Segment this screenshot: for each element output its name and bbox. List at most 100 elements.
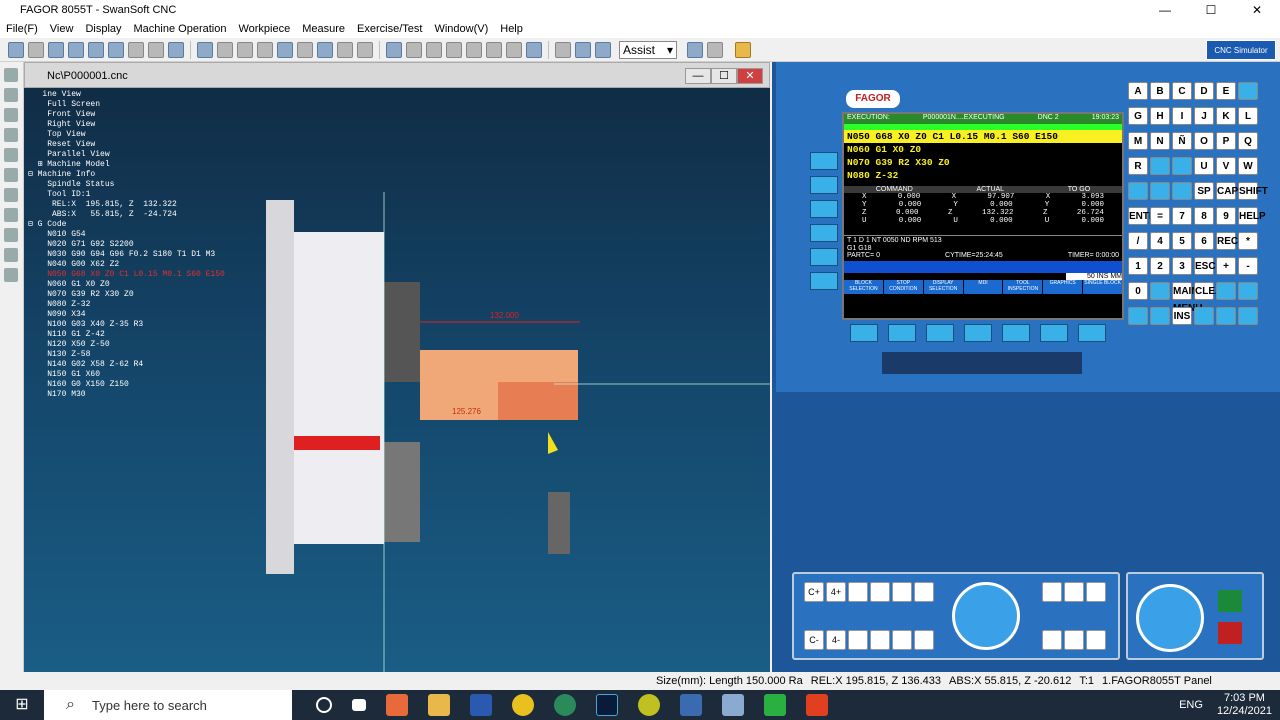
trans-view-icon[interactable] bbox=[426, 41, 442, 58]
key-blank[interactable] bbox=[1238, 307, 1258, 325]
minimize-button[interactable]: — bbox=[1142, 0, 1188, 20]
tree-item[interactable]: N070 G39 R2 X30 Z0 bbox=[28, 290, 225, 300]
move-icon[interactable] bbox=[555, 41, 571, 58]
folder-icon[interactable] bbox=[735, 41, 751, 58]
tool-icon-2[interactable] bbox=[4, 88, 18, 102]
jog-key[interactable] bbox=[870, 582, 890, 602]
tool-icon-5[interactable] bbox=[4, 148, 18, 162]
tree-item[interactable]: ⊟ G Code bbox=[28, 220, 225, 230]
tool-icon-1[interactable] bbox=[4, 68, 18, 82]
key-caps[interactable]: CAPS bbox=[1216, 182, 1245, 200]
spindle-key[interactable] bbox=[1086, 630, 1106, 650]
key-enter[interactable]: ENTER bbox=[1128, 207, 1163, 225]
wire-view-icon[interactable] bbox=[406, 41, 422, 58]
key-blank[interactable] bbox=[1216, 282, 1236, 300]
key-u[interactable]: U bbox=[1194, 157, 1214, 175]
tool-icon-3[interactable] bbox=[4, 108, 18, 122]
tool-icon[interactable] bbox=[257, 41, 273, 58]
key-blank[interactable] bbox=[1216, 307, 1236, 325]
measure-icon[interactable] bbox=[337, 41, 353, 58]
softkey-display-selection[interactable]: DISPLAY SELECTION bbox=[924, 280, 964, 294]
tree-item[interactable]: N170 M30 bbox=[28, 390, 225, 400]
menu-measure[interactable]: Measure bbox=[296, 23, 351, 35]
key-blank[interactable] bbox=[1150, 182, 1170, 200]
spindle-key[interactable] bbox=[1042, 630, 1062, 650]
key-blank[interactable] bbox=[1238, 82, 1258, 100]
key-blank[interactable] bbox=[1150, 282, 1170, 300]
coolant-icon[interactable] bbox=[277, 41, 293, 58]
key-a[interactable]: A bbox=[1128, 82, 1148, 100]
tool-icon-6[interactable] bbox=[4, 168, 18, 182]
jog-key[interactable] bbox=[870, 630, 890, 650]
record-icon[interactable] bbox=[595, 41, 611, 58]
jog-key[interactable] bbox=[848, 582, 868, 602]
tree-item[interactable]: N030 G90 G94 G96 F0.2 S180 T1 D1 M3 bbox=[28, 250, 225, 260]
jog-key[interactable] bbox=[848, 630, 868, 650]
key-d[interactable]: D bbox=[1194, 82, 1214, 100]
reset-icon[interactable] bbox=[526, 41, 542, 58]
key-m[interactable]: M bbox=[1128, 132, 1148, 150]
tree-item[interactable]: Right View bbox=[28, 120, 225, 130]
zoom-out-icon[interactable] bbox=[68, 41, 84, 58]
app-icon[interactable] bbox=[554, 694, 576, 716]
side-key-6[interactable] bbox=[810, 272, 838, 290]
assist-dropdown[interactable]: Assist bbox=[619, 40, 677, 59]
key-clear[interactable]: CLEAR bbox=[1194, 282, 1229, 300]
key-g[interactable]: G bbox=[1128, 107, 1148, 125]
menu-exercise-test[interactable]: Exercise/Test bbox=[351, 23, 428, 35]
tree-item[interactable]: N040 G00 X62 Z2 bbox=[28, 260, 225, 270]
jog-4-minus-key[interactable]: 4- bbox=[826, 630, 846, 650]
tool-icon-10[interactable] bbox=[4, 248, 18, 262]
tree-item[interactable]: N140 G02 X58 Z-62 R4 bbox=[28, 360, 225, 370]
side-key-5[interactable] bbox=[810, 248, 838, 266]
spindle-key[interactable] bbox=[1042, 582, 1062, 602]
dim-icon[interactable] bbox=[466, 41, 482, 58]
section-icon[interactable] bbox=[217, 41, 233, 58]
tree-item[interactable]: Spindle Status bbox=[28, 180, 225, 190]
tree-item[interactable]: Tool ID:1 bbox=[28, 190, 225, 200]
spindle-key[interactable] bbox=[1064, 582, 1084, 602]
f2-key[interactable] bbox=[888, 324, 916, 342]
camera-icon[interactable] bbox=[575, 41, 591, 58]
key-e[interactable]: E bbox=[1216, 82, 1236, 100]
workpiece-icon[interactable] bbox=[506, 41, 522, 58]
tree-item[interactable]: N100 G03 X40 Z-35 R3 bbox=[28, 320, 225, 330]
blank-icon[interactable] bbox=[317, 41, 333, 58]
key-r[interactable]: R bbox=[1128, 157, 1148, 175]
menu-workpiece[interactable]: Workpiece bbox=[232, 23, 296, 35]
chrome-icon[interactable] bbox=[638, 694, 660, 716]
jog-key[interactable] bbox=[892, 582, 912, 602]
key-blank[interactable] bbox=[1194, 307, 1214, 325]
maximize-button[interactable]: ☐ bbox=[1188, 0, 1234, 20]
taskbar-clock[interactable]: 7:03 PM 12/24/2021 bbox=[1217, 692, 1272, 718]
softkey-tool-inspection[interactable]: TOOL INSPECTION bbox=[1003, 280, 1044, 294]
language-indicator[interactable]: ENG bbox=[1179, 699, 1203, 711]
tree-item[interactable]: N130 Z-58 bbox=[28, 350, 225, 360]
key-blank[interactable] bbox=[1128, 182, 1148, 200]
key-sp[interactable]: SP bbox=[1194, 182, 1214, 200]
key-ins[interactable]: INS bbox=[1172, 307, 1192, 325]
key-ñ[interactable]: Ñ bbox=[1172, 132, 1192, 150]
key-4[interactable]: 4 bbox=[1150, 232, 1170, 250]
key-7[interactable]: 7 bbox=[1172, 207, 1192, 225]
zoom-window-icon[interactable] bbox=[88, 41, 104, 58]
viewport-close-button[interactable]: ✕ bbox=[737, 68, 763, 84]
file-explorer-icon[interactable] bbox=[428, 694, 450, 716]
recorder-icon[interactable] bbox=[806, 694, 828, 716]
jog-key[interactable] bbox=[892, 630, 912, 650]
tree-item[interactable]: ine View bbox=[28, 90, 225, 100]
key--[interactable]: - bbox=[1238, 257, 1258, 275]
key-blank[interactable] bbox=[1238, 282, 1258, 300]
key-i[interactable]: I bbox=[1172, 107, 1192, 125]
f4-key[interactable] bbox=[964, 324, 992, 342]
word-icon[interactable] bbox=[470, 694, 492, 716]
door-icon[interactable] bbox=[297, 41, 313, 58]
tree-item[interactable]: ⊞ Machine Model bbox=[28, 160, 225, 170]
zoom-in-icon[interactable] bbox=[48, 41, 64, 58]
key-v[interactable]: V bbox=[1216, 157, 1236, 175]
tree-item[interactable]: N060 G1 X0 Z0 bbox=[28, 280, 225, 290]
jog-c-minus-key[interactable]: C- bbox=[804, 630, 824, 650]
key-=[interactable]: = bbox=[1150, 207, 1170, 225]
key-blank[interactable] bbox=[1150, 157, 1170, 175]
run-icon[interactable] bbox=[687, 41, 703, 58]
